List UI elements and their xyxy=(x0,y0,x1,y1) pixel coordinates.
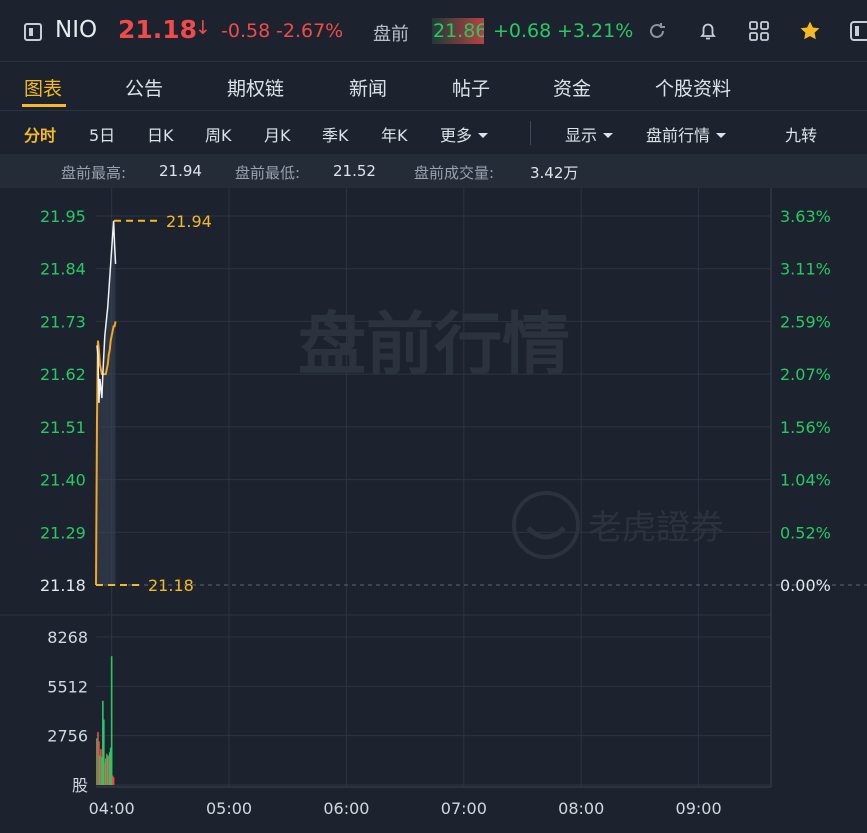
volume-value: 3.42万 xyxy=(530,164,579,182)
tab-options-chain[interactable]: 期权链 xyxy=(227,74,284,101)
price-tick-label: 21.95 xyxy=(40,207,86,226)
pct-tick-label: 2.07% xyxy=(780,365,831,384)
base-marker-label: 21.18 xyxy=(148,576,194,595)
volume-tick-label: 2756 xyxy=(47,727,88,746)
premarket-price: 21.86 xyxy=(432,18,484,44)
premarket-change-pct: +3.21% xyxy=(557,20,634,42)
period-daily[interactable]: 日K xyxy=(147,122,174,146)
session-dropdown[interactable]: 盘前行情 xyxy=(646,122,727,146)
time-tick-label: 06:00 xyxy=(323,799,369,818)
price-tick-label: 21.29 xyxy=(40,523,86,542)
price-tick-label: 21.51 xyxy=(40,418,86,437)
pct-tick-label: 0.52% xyxy=(780,523,831,542)
pct-tick-label: 2.59% xyxy=(780,312,831,331)
pct-tick-label: 1.56% xyxy=(780,418,831,437)
tab-posts[interactable]: 帖子 xyxy=(452,74,490,101)
high-marker-label: 21.94 xyxy=(166,212,212,231)
pct-tick-label: 3.63% xyxy=(780,207,831,226)
chevron-down-icon xyxy=(478,133,489,138)
low-value: 21.52 xyxy=(333,162,376,180)
price-tick-label: 21.73 xyxy=(40,312,86,331)
pct-tick-label: 3.11% xyxy=(780,260,831,279)
more-label: 更多 xyxy=(440,126,473,145)
time-tick-label: 04:00 xyxy=(89,799,135,818)
brand-watermark: 老虎證券 xyxy=(588,508,724,548)
time-tick-label: 07:00 xyxy=(441,799,487,818)
star-icon[interactable] xyxy=(799,20,821,42)
price-tick-label: 21.84 xyxy=(40,260,86,279)
quote-header: NIO 21.18 ↓ -0.58 -2.67% 盘前 21.86 +0.68 … xyxy=(0,0,867,62)
pct-tick-label: 0.00% xyxy=(780,576,831,595)
premarket-change: +0.68 xyxy=(493,20,552,42)
last-price: 21.18 xyxy=(118,15,198,44)
period-yearly[interactable]: 年K xyxy=(381,122,408,146)
brand-logo-icon xyxy=(512,491,580,559)
low-label: 盘前最低: xyxy=(235,164,301,182)
period-weekly[interactable]: 周K xyxy=(205,122,232,146)
panel-right-icon[interactable] xyxy=(850,20,867,42)
display-label: 显示 xyxy=(565,126,598,145)
volume-tick-label: 股 xyxy=(72,776,88,795)
period-monthly[interactable]: 月K xyxy=(264,122,291,146)
period-quarterly[interactable]: 季K xyxy=(322,122,349,146)
stock-symbol: NIO xyxy=(55,17,98,43)
panel-toggle-icon[interactable] xyxy=(24,23,42,41)
volume-label: 盘前成交量: xyxy=(414,164,495,182)
time-tick-label: 09:00 xyxy=(676,799,722,818)
volume-tick-label: 5512 xyxy=(47,677,88,696)
period-intraday[interactable]: 分时 xyxy=(24,122,56,146)
refresh-icon[interactable] xyxy=(646,20,668,42)
price-tick-label: 21.40 xyxy=(40,471,86,490)
divider xyxy=(530,121,531,145)
premarket-label: 盘前 xyxy=(373,24,409,45)
time-tick-label: 05:00 xyxy=(206,799,252,818)
time-tick-label: 08:00 xyxy=(558,799,604,818)
chevron-down-icon xyxy=(603,133,614,138)
tab-capital[interactable]: 资金 xyxy=(553,74,591,101)
price-tick-label: 21.18 xyxy=(40,576,86,595)
intraday-chart[interactable]: 盘前行情老虎證券 21.95 21.84 21.73 21.62 21.51 21.40 21… xyxy=(0,188,867,833)
price-change: -0.58 xyxy=(221,20,271,42)
tab-chart[interactable]: 图表 xyxy=(24,74,62,101)
price-change-pct: -2.67% xyxy=(276,20,344,42)
price-tick-label: 21.62 xyxy=(40,365,86,384)
period-5day[interactable]: 5日 xyxy=(89,122,115,146)
high-value: 21.94 xyxy=(159,162,202,180)
down-arrow-icon: ↓ xyxy=(195,17,211,39)
high-label: 盘前最高: xyxy=(61,164,127,182)
volume-bar xyxy=(110,656,113,785)
tab-news[interactable]: 新闻 xyxy=(349,74,387,101)
chart-watermark: 盘前行情 xyxy=(298,306,570,385)
price-area xyxy=(96,220,116,585)
display-dropdown[interactable]: 显示 xyxy=(565,122,614,146)
volume-tick-label: 8268 xyxy=(47,628,88,647)
bell-icon[interactable] xyxy=(697,20,719,42)
detail-tabs: 图表 公告 期权链 新闻 帖子 资金 个股资料 xyxy=(0,62,867,110)
nine-turn-button[interactable]: 九转 xyxy=(785,122,817,146)
tab-announcements[interactable]: 公告 xyxy=(125,74,163,101)
session-label: 盘前行情 xyxy=(646,126,711,145)
active-tab-indicator xyxy=(22,104,66,107)
chevron-down-icon xyxy=(716,133,727,138)
volume-bar xyxy=(112,777,115,785)
more-dropdown[interactable]: 更多 xyxy=(440,122,489,146)
tab-profile[interactable]: 个股资料 xyxy=(655,74,731,101)
period-toolbar: 分时 5日 日K 周K 月K 季K 年K 更多 显示 盘前行情 九转 xyxy=(0,110,867,154)
grid-icon[interactable] xyxy=(748,20,770,42)
pct-tick-label: 1.04% xyxy=(780,471,831,490)
premarket-stats: 盘前最高: 21.94 盘前最低: 21.52 盘前成交量: 3.42万 xyxy=(0,154,867,188)
